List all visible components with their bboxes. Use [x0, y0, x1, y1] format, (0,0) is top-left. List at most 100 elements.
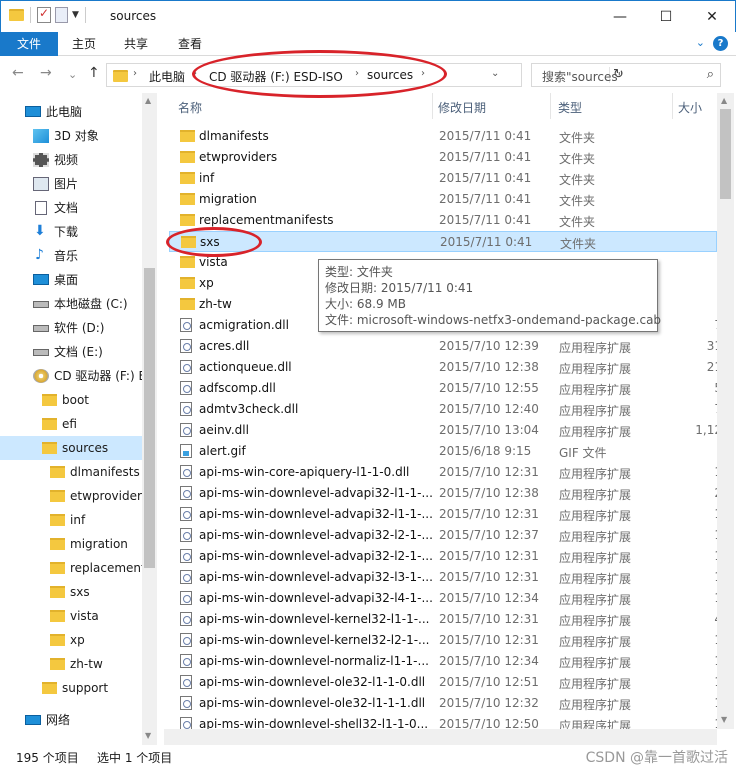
ribbon-expand-icon[interactable]: ⌄ [696, 36, 705, 51]
scroll-up-icon[interactable]: ▲ [721, 96, 727, 105]
minimize-button[interactable]: — [597, 1, 643, 32]
properties-icon[interactable] [37, 6, 51, 23]
tab-view[interactable]: 查看 [162, 32, 218, 56]
file-row[interactable]: api-ms-win-core-apiquery-l1-1-0.dll 2015/… [169, 462, 722, 483]
file-row[interactable]: api-ms-win-downlevel-ole32-l1-1-0.dll 201… [169, 672, 722, 693]
file-date: 2015/7/10 12:39 [439, 339, 539, 353]
file-row[interactable]: api-ms-win-downlevel-advapi32-l3-1-... 20… [169, 567, 722, 588]
sidebar-item-boot[interactable]: boot [0, 388, 142, 412]
file-row[interactable]: inf 2015/7/11 0:41 文件夹 [169, 168, 717, 189]
file-row[interactable]: api-ms-win-downlevel-normaliz-l1-1-... 20… [169, 651, 722, 672]
file-row[interactable]: etwproviders 2015/7/11 0:41 文件夹 [169, 147, 717, 168]
column-divider[interactable] [432, 93, 433, 119]
up-button[interactable]: ↑ [88, 65, 100, 81]
sidebar-item-label: vista [70, 609, 99, 623]
horizontal-scrollbar[interactable] [164, 729, 717, 745]
file-row[interactable]: api-ms-win-downlevel-ole32-l1-1-1.dll 201… [169, 693, 722, 714]
address-dropdown-icon[interactable]: ⌄ [491, 68, 499, 79]
file-row[interactable]: migration 2015/7/11 0:41 文件夹 [169, 189, 717, 210]
folder-icon [50, 634, 65, 646]
file-row[interactable]: acres.dll 2015/7/10 12:39 应用程序扩展 31 [169, 336, 722, 357]
file-row[interactable]: api-ms-win-downlevel-kernel32-l2-1-... 20… [169, 630, 722, 651]
chevron-right-icon[interactable]: › [193, 68, 197, 79]
file-row[interactable]: api-ms-win-downlevel-advapi32-l2-1-... 20… [169, 525, 722, 546]
file-row[interactable]: actionqueue.dll 2015/7/10 12:38 应用程序扩展 21 [169, 357, 722, 378]
file-row[interactable]: alert.gif 2015/6/18 9:15 GIF 文件 [169, 441, 717, 462]
sidebar-item-music[interactable]: ♪ 音乐 [0, 244, 142, 268]
back-button[interactable]: ← [12, 65, 24, 81]
search-icon[interactable]: ⌕ [707, 67, 714, 82]
close-button[interactable]: ✕ [689, 1, 735, 32]
sidebar-item-videos[interactable]: 视频 [0, 148, 142, 172]
sidebar-item-efi[interactable]: efi [0, 412, 142, 436]
file-row[interactable]: sxs 2015/7/11 0:41 文件夹 [169, 231, 717, 252]
file-row[interactable]: admtv3check.dll 2015/7/10 12:40 应用程序扩展 7 [169, 399, 722, 420]
sidebar-item-3d-objects[interactable]: 3D 对象 [0, 124, 142, 148]
column-type[interactable]: 类型 [558, 99, 582, 116]
status-bar: 195 个项目 选中 1 个项目 CSDN @靠一首歌过活 [0, 745, 736, 769]
sidebar-item-etwproviders[interactable]: etwprovider [0, 484, 142, 508]
new-folder-icon[interactable] [55, 7, 68, 23]
sidebar-scroll-thumb[interactable] [144, 268, 155, 568]
sidebar-item-desktop[interactable]: 桌面 [0, 268, 142, 292]
scroll-up-icon[interactable]: ▲ [145, 96, 151, 105]
file-row[interactable]: api-ms-win-downlevel-advapi32-l1-1-... 20… [169, 483, 722, 504]
sidebar-item-drive-d[interactable]: 软件 (D:) [0, 316, 142, 340]
chevron-right-icon[interactable]: › [133, 68, 137, 79]
file-date: 2015/7/10 12:38 [439, 360, 539, 374]
customize-toolbar-icon[interactable]: ▼ [72, 10, 79, 20]
file-list-scroll-thumb[interactable] [720, 109, 731, 199]
sidebar-item-drive-e[interactable]: 文档 (E:) [0, 340, 142, 364]
sidebar-item-sxs[interactable]: sxs [0, 580, 142, 604]
file-row[interactable]: api-ms-win-downlevel-kernel32-l1-1-... 20… [169, 609, 722, 630]
maximize-button[interactable]: ☐ [643, 1, 689, 32]
chevron-right-icon[interactable]: › [355, 68, 359, 79]
sidebar-item-documents[interactable]: 文档 [0, 196, 142, 220]
sidebar-item-this-pc[interactable]: 此电脑 [0, 100, 142, 124]
sidebar-item-drive-f[interactable]: CD 驱动器 (F:) E [0, 364, 142, 388]
tab-share[interactable]: 共享 [110, 32, 162, 56]
sidebar-item-network[interactable]: 网络 [0, 708, 142, 732]
breadcrumb-sources[interactable]: sources [367, 68, 413, 82]
sidebar-item-zh-tw[interactable]: zh-tw [0, 652, 142, 676]
file-row[interactable]: api-ms-win-downlevel-advapi32-l1-1-... 20… [169, 504, 722, 525]
file-row[interactable]: adfscomp.dll 2015/7/10 12:55 应用程序扩展 5 [169, 378, 722, 399]
tab-home[interactable]: 主页 [58, 32, 110, 56]
column-date[interactable]: 修改日期 [438, 99, 486, 116]
recent-locations-button[interactable]: ⌄ [68, 68, 77, 81]
column-size[interactable]: 大小 [678, 99, 702, 116]
forward-button[interactable]: → [40, 65, 52, 81]
sidebar-item-inf[interactable]: inf [0, 508, 142, 532]
sidebar-item-drive-c[interactable]: 本地磁盘 (C:) [0, 292, 142, 316]
breadcrumb-this-pc[interactable]: 此电脑 [149, 68, 185, 85]
sidebar-item-dlmanifests[interactable]: dlmanifests [0, 460, 142, 484]
chevron-right-icon[interactable]: › [421, 68, 425, 79]
address-bar[interactable]: › 此电脑 › CD 驱动器 (F:) ESD-ISO › sources › … [106, 63, 624, 87]
file-row[interactable]: aeinv.dll 2015/7/10 13:04 应用程序扩展 1,12 [169, 420, 722, 441]
search-box[interactable]: 搜索"sources" ⌕ [531, 63, 721, 87]
folder-icon [50, 490, 65, 502]
help-icon[interactable]: ? [713, 36, 728, 51]
tab-file[interactable]: 文件 [0, 32, 58, 56]
column-divider[interactable] [550, 93, 551, 119]
file-list-scrollbar[interactable]: ▲ ▼ [717, 93, 734, 729]
sidebar-scrollbar[interactable]: ▲ ▼ [142, 93, 157, 745]
sidebar-item-support[interactable]: support [0, 676, 142, 700]
sidebar-item-replacementmanifests[interactable]: replacement [0, 556, 142, 580]
file-row[interactable]: dlmanifests 2015/7/11 0:41 文件夹 [169, 126, 717, 147]
file-row[interactable]: api-ms-win-downlevel-advapi32-l2-1-... 20… [169, 546, 722, 567]
scroll-down-icon[interactable]: ▼ [145, 731, 151, 740]
column-divider[interactable] [672, 93, 673, 119]
sidebar-item-vista[interactable]: vista [0, 604, 142, 628]
column-name[interactable]: 名称 [178, 99, 202, 116]
breadcrumb-cd-drive[interactable]: CD 驱动器 (F:) ESD-ISO [209, 68, 343, 85]
sidebar-item-downloads[interactable]: ⬇ 下载 [0, 220, 142, 244]
sidebar-item-pictures[interactable]: 图片 [0, 172, 142, 196]
scroll-down-icon[interactable]: ▼ [721, 715, 727, 724]
file-row[interactable]: api-ms-win-downlevel-advapi32-l4-1-... 20… [169, 588, 722, 609]
file-row[interactable]: replacementmanifests 2015/7/11 0:41 文件夹 [169, 210, 717, 231]
search-placeholder[interactable]: 搜索"sources" [542, 68, 623, 85]
sidebar-item-sources[interactable]: sources [0, 436, 142, 460]
sidebar-item-xp[interactable]: xp [0, 628, 142, 652]
sidebar-item-migration[interactable]: migration [0, 532, 142, 556]
